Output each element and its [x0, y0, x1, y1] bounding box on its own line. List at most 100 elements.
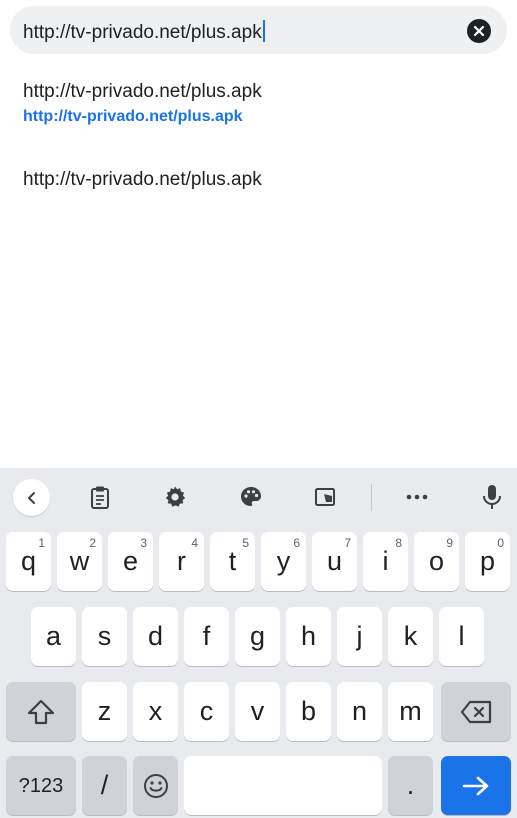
microphone-icon — [483, 485, 501, 509]
key-label: a — [45, 621, 62, 651]
suggestion-title: http://tv-privado.net/plus.apk — [23, 169, 262, 190]
key-o[interactable]: 9o — [414, 532, 459, 591]
key-label: / — [100, 770, 109, 800]
key-p[interactable]: 0p — [465, 532, 510, 591]
key-hint: 5 — [242, 536, 249, 550]
key-label: q — [20, 546, 37, 576]
key-hint: 8 — [395, 536, 402, 550]
key-hint: 1 — [38, 536, 45, 550]
key-label: p — [479, 546, 496, 576]
key-i[interactable]: 8i — [363, 532, 408, 591]
url-input[interactable]: http://tv-privado.net/plus.apk — [23, 20, 265, 44]
key-a[interactable]: a — [31, 607, 76, 666]
settings-button[interactable] — [163, 485, 187, 509]
key-h[interactable]: h — [286, 607, 331, 666]
emoji-icon — [143, 773, 168, 798]
backspace-icon — [460, 700, 492, 723]
suggestion-title: http://tv-privado.net/plus.apk — [23, 81, 262, 102]
key-c[interactable]: c — [184, 682, 229, 741]
key-d[interactable]: d — [133, 607, 178, 666]
arrow-right-icon — [462, 776, 489, 795]
key-label: u — [326, 546, 343, 576]
key-label: z — [97, 696, 112, 726]
key-k[interactable]: k — [388, 607, 433, 666]
key-label: h — [300, 621, 317, 651]
key-label: y — [276, 546, 291, 576]
key-label: k — [403, 621, 418, 651]
key-b[interactable]: b — [286, 682, 331, 741]
clipboard-icon — [91, 486, 109, 509]
clipboard-button[interactable] — [88, 485, 112, 509]
more-button[interactable] — [405, 485, 429, 509]
suggestion-url: http://tv-privado.net/plus.apk — [23, 108, 243, 125]
slash-key[interactable]: / — [82, 756, 127, 815]
suggestion-item[interactable]: http://tv-privado.net/plus.apk — [23, 169, 262, 191]
key-label: b — [300, 696, 317, 726]
chevron-left-icon — [27, 491, 35, 504]
url-input-text: http://tv-privado.net/plus.apk — [23, 22, 262, 43]
key-label: o — [428, 546, 445, 576]
backspace-key[interactable] — [441, 682, 511, 741]
key-y[interactable]: 6y — [261, 532, 306, 591]
key-x[interactable]: x — [133, 682, 178, 741]
emoji-key[interactable] — [133, 756, 178, 815]
palette-icon — [241, 487, 261, 506]
key-label: v — [250, 696, 265, 726]
key-label: e — [122, 546, 139, 576]
key-label: t — [228, 546, 237, 576]
enter-key[interactable] — [441, 756, 511, 815]
shift-key[interactable] — [6, 682, 76, 741]
key-t[interactable]: 5t — [210, 532, 255, 591]
key-label: f — [202, 621, 211, 651]
key-hint: 9 — [446, 536, 453, 550]
key-label: g — [249, 621, 266, 651]
key-j[interactable]: j — [337, 607, 382, 666]
space-key[interactable] — [184, 756, 382, 815]
voice-input-button[interactable] — [480, 485, 504, 509]
resize-icon — [315, 488, 335, 506]
suggestion-item[interactable]: http://tv-privado.net/plus.apk http://tv… — [23, 81, 262, 126]
key-f[interactable]: f — [184, 607, 229, 666]
key-u[interactable]: 7u — [312, 532, 357, 591]
key-label: n — [351, 696, 368, 726]
key-hint: 2 — [89, 536, 96, 550]
theme-button[interactable] — [239, 485, 263, 509]
key-v[interactable]: v — [235, 682, 280, 741]
period-key[interactable]: . — [388, 756, 433, 815]
url-bar[interactable]: http://tv-privado.net/plus.apk — [10, 6, 507, 54]
shift-icon — [27, 699, 55, 724]
key-label: s — [97, 621, 112, 651]
key-label: x — [148, 696, 163, 726]
key-e[interactable]: 3e — [108, 532, 153, 591]
symbols-key[interactable]: ?123 — [6, 756, 76, 815]
toolbar-back-button[interactable] — [13, 479, 50, 516]
key-s[interactable]: s — [82, 607, 127, 666]
key-label: r — [177, 546, 186, 576]
key-w[interactable]: 2w — [57, 532, 102, 591]
gear-icon — [165, 486, 186, 507]
key-r[interactable]: 4r — [159, 532, 204, 591]
key-g[interactable]: g — [235, 607, 280, 666]
more-horiz-icon — [406, 494, 428, 500]
keyboard-toolbar — [0, 468, 517, 526]
key-label: w — [69, 546, 90, 576]
key-hint: 6 — [293, 536, 300, 550]
key-label: j — [356, 621, 363, 651]
keyboard: 1q 2w 3e 4r 5t 6y 7u 8i 9o 0p a s d f g … — [0, 468, 517, 818]
key-n[interactable]: n — [337, 682, 382, 741]
key-label: l — [458, 621, 465, 651]
key-z[interactable]: z — [82, 682, 127, 741]
key-label: d — [147, 621, 164, 651]
key-hint: 0 — [497, 536, 504, 550]
key-l[interactable]: l — [439, 607, 484, 666]
key-label: m — [399, 696, 422, 726]
key-label: c — [199, 696, 214, 726]
resize-button[interactable] — [313, 485, 337, 509]
toolbar-divider — [371, 484, 372, 511]
clear-url-button[interactable] — [467, 19, 491, 43]
key-q[interactable]: 1q — [6, 532, 51, 591]
key-label: ?123 — [18, 774, 64, 797]
key-label: . — [406, 770, 415, 800]
key-hint: 3 — [140, 536, 147, 550]
key-m[interactable]: m — [388, 682, 433, 741]
